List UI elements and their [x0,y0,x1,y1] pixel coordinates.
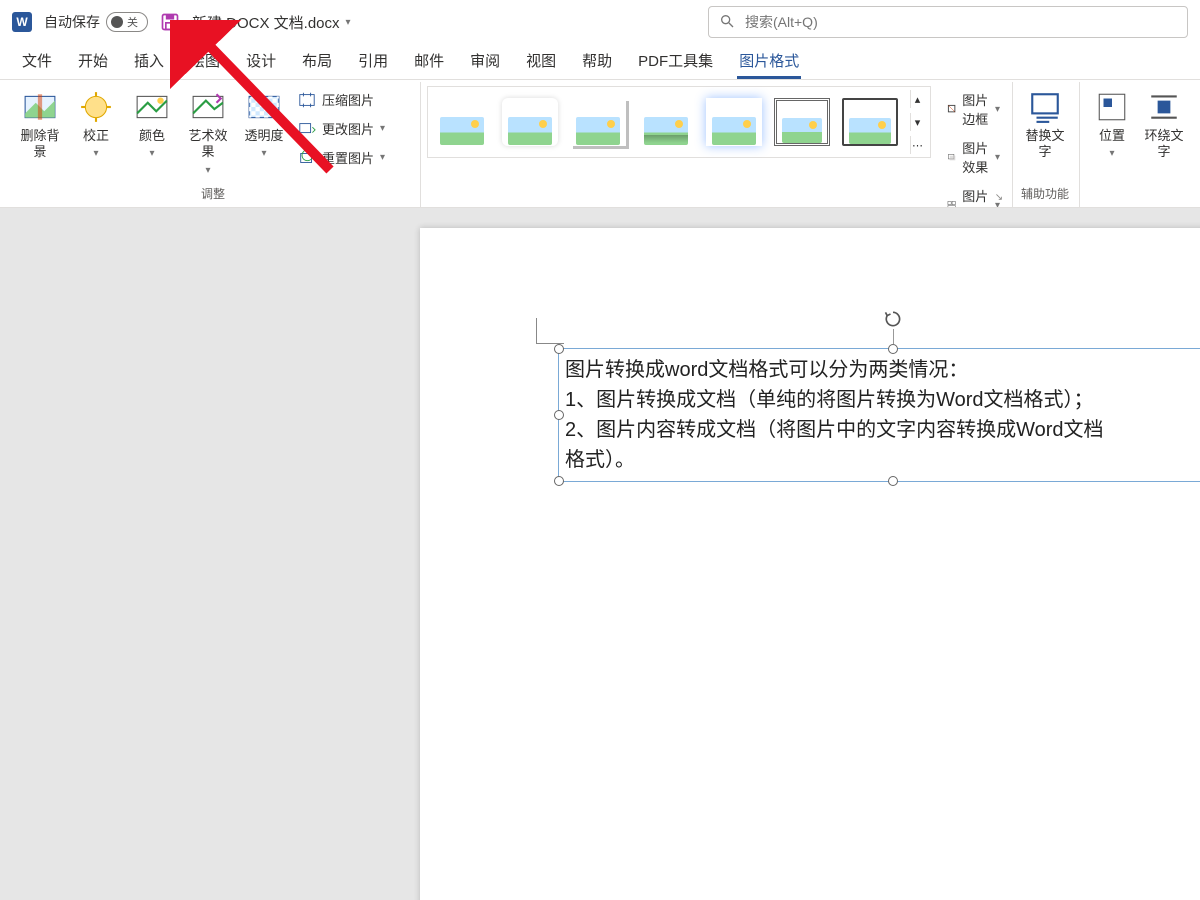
style-thumb-4[interactable] [638,98,694,146]
gallery-up-icon[interactable]: ▴ [910,90,924,108]
titlebar: W 自动保存 关 新建 DOCX 文档.docx ▾ [0,0,1200,44]
image-text-line: 1、图片转换成文档（单纯的将图片转换为Word文档格式）； [565,385,1200,415]
chunk-access-label: 辅助功能 [1019,182,1071,207]
chevron-down-icon: ▾ [380,152,385,163]
tab-file[interactable]: 文件 [10,44,64,79]
style-thumb-2[interactable] [502,98,558,146]
search-icon [719,13,735,32]
chunk-arrange: 位置 ▾ 环绕文字 [1079,82,1192,207]
style-thumb-6[interactable] [774,98,830,146]
chevron-down-icon: ▾ [1109,148,1114,161]
tab-review[interactable]: 审阅 [458,44,512,79]
chevron-down-icon: ▾ [149,148,154,161]
border-icon [947,100,956,118]
chunk-adjust: 删除背景 校正 ▾ 颜色 ▾ 艺术效果 ▾ [8,82,418,207]
search-box[interactable] [708,6,1188,38]
page[interactable]: 图片转换成word文档格式可以分为两类情况： 1、图片转换成文档（单纯的将图片转… [420,228,1200,900]
tab-draw[interactable]: 绘图 [178,44,232,79]
tab-picture-format[interactable]: 图片格式 [727,44,811,79]
picture-styles-gallery[interactable]: ▴ ▾ ⋯ [427,86,931,158]
gallery-down-icon[interactable]: ▾ [910,113,924,131]
reset-icon [298,149,316,167]
app-icon: W [12,12,32,32]
tab-references[interactable]: 引用 [346,44,400,79]
compress-icon [298,91,316,109]
alt-text-icon [1028,90,1062,124]
resize-handle[interactable] [888,344,898,354]
chunk-adjust-label: 调整 [14,182,412,207]
position-icon [1095,90,1129,124]
resize-handle[interactable] [888,476,898,486]
chevron-down-icon: ▾ [995,104,1000,115]
chevron-down-icon: ▾ [205,165,210,178]
style-thumb-5[interactable] [706,98,762,146]
ribbon: 删除背景 校正 ▾ 颜色 ▾ 艺术效果 ▾ [0,80,1200,208]
artistic-icon [191,90,225,124]
document-title[interactable]: 新建 DOCX 文档.docx ▾ [192,12,351,33]
chevron-down-icon: ▾ [93,148,98,161]
styles-dialog-launcher-icon[interactable]: ↘ [992,190,1006,204]
color-icon [135,90,169,124]
rotate-handle-icon[interactable] [883,309,903,329]
image-text-line: 图片转换成word文档格式可以分为两类情况： [565,355,1200,385]
resize-handle[interactable] [554,476,564,486]
corrections-icon [79,90,113,124]
chevron-down-icon: ▾ [380,123,385,134]
autosave-label: 自动保存 [44,12,100,32]
chunk-accessibility: 替换文字 辅助功能 [1012,82,1077,207]
chevron-down-icon: ▾ [261,148,266,161]
save-icon[interactable] [160,12,180,32]
autosave-toggle[interactable]: 自动保存 关 [44,12,148,32]
tab-help[interactable]: 帮助 [570,44,624,79]
tab-layout[interactable]: 布局 [290,44,344,79]
paragraph-mark [536,318,564,344]
search-input[interactable] [743,13,1177,31]
toggle-switch: 关 [106,12,148,32]
tab-home[interactable]: 开始 [66,44,120,79]
tab-insert[interactable]: 插入 [122,44,176,79]
position-button[interactable]: 位置 ▾ [1086,86,1138,161]
change-picture-button[interactable]: 更改图片 ▾ [294,117,389,140]
transparency-icon [247,90,281,124]
compress-picture-button[interactable]: 压缩图片 [294,88,389,111]
resize-handle[interactable] [554,410,564,420]
style-thumb-7[interactable] [842,98,898,146]
color-button[interactable]: 颜色 ▾ [126,86,178,161]
resize-handle[interactable] [554,344,564,354]
wrap-text-button[interactable]: 环绕文字 [1142,86,1186,161]
reset-picture-button[interactable]: 重置图片 ▾ [294,146,389,169]
tab-pdf-tools[interactable]: PDF工具集 [626,44,725,79]
picture-border-button[interactable]: 图片边框 ▾ [943,88,1004,130]
chevron-down-icon: ▾ [995,152,1000,163]
style-thumb-1[interactable] [434,98,490,146]
gallery-more-icon[interactable]: ⋯ [910,136,924,154]
effects-icon [947,148,956,166]
picture-effects-button[interactable]: 图片效果 ▾ [943,136,1004,178]
artistic-effects-button[interactable]: 艺术效果 ▾ [182,86,234,177]
remove-background-button[interactable]: 删除背景 [14,86,66,161]
tab-view[interactable]: 视图 [514,44,568,79]
remove-bg-icon [23,90,57,124]
style-thumb-3[interactable] [570,98,626,146]
chunk-picture-styles: ▴ ▾ ⋯ 图片边框 ▾ 图片效果 ▾ 图片版式 [420,82,1010,207]
selected-image-object[interactable]: 图片转换成word文档格式可以分为两类情况： 1、图片转换成文档（单纯的将图片转… [558,348,1200,482]
ribbon-tabs: 文件 开始 插入 绘图 设计 布局 引用 邮件 审阅 视图 帮助 PDF工具集 … [0,44,1200,80]
transparency-button[interactable]: 透明度 ▾ [238,86,290,161]
layout-icon [947,196,956,208]
corrections-button[interactable]: 校正 ▾ [70,86,122,161]
tab-mail[interactable]: 邮件 [402,44,456,79]
image-text-line: 2、图片内容转成文档（将图片中的文字内容转换成Word文档 [565,415,1200,445]
change-picture-icon [298,120,316,138]
chevron-down-icon: ▾ [346,17,351,28]
alt-text-button[interactable]: 替换文字 [1019,86,1071,161]
wrap-icon [1147,90,1181,124]
tab-design[interactable]: 设计 [234,44,288,79]
gallery-scroll[interactable]: ▴ ▾ ⋯ [910,90,924,154]
document-area[interactable]: 图片转换成word文档格式可以分为两类情况： 1、图片转换成文档（单纯的将图片转… [0,208,1200,900]
image-text-line: 格式）。 [565,445,1200,475]
